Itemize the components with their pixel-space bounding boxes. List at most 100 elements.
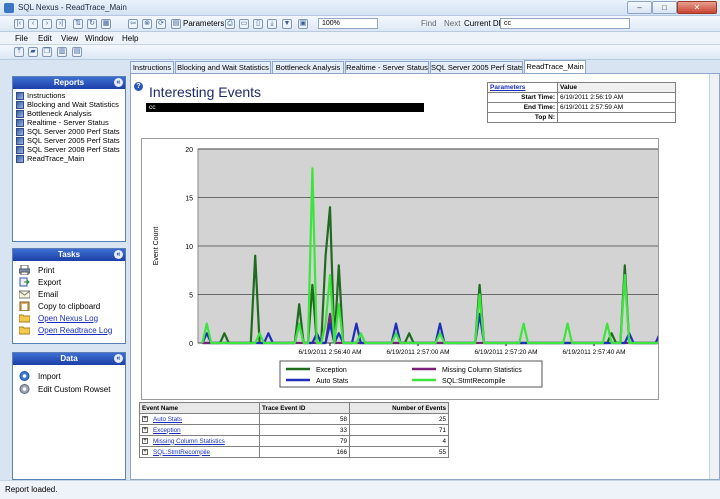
tab-blocking[interactable]: Blocking and Wait Statistics <box>175 61 271 73</box>
event-link[interactable]: SQL:StmtRecompile <box>153 449 210 456</box>
tab-readtrace-main[interactable]: ReadTrace_Main <box>524 60 586 73</box>
sidebar-item-realtime[interactable]: Realtime - Server Status <box>16 118 109 127</box>
task-email[interactable]: Email <box>19 289 58 299</box>
refresh-icon[interactable]: ↻ <box>87 19 97 29</box>
menu-window[interactable]: Window <box>85 34 113 43</box>
next-page-icon[interactable]: › <box>42 19 52 29</box>
database-bar: cc <box>146 103 424 112</box>
event-count: 4 <box>349 435 449 447</box>
event-id: 33 <box>259 424 350 436</box>
sidebar-item-instructions[interactable]: Instructions <box>16 91 65 100</box>
menu-help[interactable]: Help <box>122 34 138 43</box>
menu-view[interactable]: View <box>61 34 78 43</box>
tab-bottleneck[interactable]: Bottleneck Analysis <box>272 61 344 73</box>
stop-icon[interactable]: ⊗ <box>142 19 152 29</box>
tab-realtime[interactable]: Realtime - Server Status <box>345 61 429 73</box>
tab-sql2005[interactable]: SQL Server 2005 Perf Stats <box>430 61 523 73</box>
task-export[interactable]: Export <box>19 277 61 287</box>
menu-edit[interactable]: Edit <box>38 34 52 43</box>
sidebar-item-sql2005[interactable]: SQL Server 2005 Perf Stats <box>16 136 120 145</box>
task-label: Email <box>38 289 59 299</box>
last-page-icon[interactable]: ›| <box>56 19 66 29</box>
find-button[interactable]: Find <box>421 19 437 31</box>
import-icon[interactable]: ⤒ <box>14 47 24 57</box>
zoom-select[interactable]: 100% <box>318 18 378 29</box>
event-link[interactable]: Exception <box>153 427 181 434</box>
print-icon[interactable]: ⎙ <box>225 19 235 29</box>
col-event-name: Event Name <box>139 402 260 414</box>
collapse-icon[interactable]: « <box>114 250 123 259</box>
data-icon[interactable]: ▤ <box>72 47 82 57</box>
event-link[interactable]: Missing Column Statistics <box>153 438 225 445</box>
top-n-value <box>557 112 676 123</box>
close-button[interactable]: ✕ <box>677 1 717 14</box>
back-icon[interactable]: ⇦ <box>128 19 138 29</box>
maximize-button[interactable]: □ <box>652 1 677 14</box>
folder-icon <box>19 326 30 335</box>
tab-instructions[interactable]: Instructions <box>130 61 174 73</box>
vertical-scrollbar[interactable] <box>709 74 719 479</box>
window-title: SQL Nexus - ReadTrace_Main <box>18 3 127 12</box>
expand-icon[interactable]: + <box>142 437 148 444</box>
event-link[interactable]: Auto Stats <box>153 416 182 423</box>
sidebar-item-label: Blocking and Wait Statistics <box>27 100 119 109</box>
parameters-table: Parameters Value Start Time: 6/19/2011 2… <box>487 82 676 123</box>
task-copy-clipboard[interactable]: Copy to clipboard <box>19 301 100 311</box>
task-print[interactable]: Print <box>19 265 54 275</box>
data-panel-title: Data <box>60 354 78 363</box>
minimize-button[interactable]: – <box>627 1 652 14</box>
task-open-readtrace-log[interactable]: Open Readtrace Log <box>19 325 112 335</box>
current-db-select[interactable]: cc <box>500 18 630 29</box>
parameters-link[interactable]: Parameters <box>490 84 525 91</box>
app-icon <box>4 3 14 13</box>
collapse-icon[interactable]: « <box>114 78 123 87</box>
next-button[interactable]: Next <box>444 19 460 31</box>
folder-icon <box>19 314 30 323</box>
task-open-nexus-log[interactable]: Open Nexus Log <box>19 313 98 323</box>
stack-icon[interactable]: ▥ <box>57 47 67 57</box>
previous-page-icon[interactable]: ‹ <box>28 19 38 29</box>
menu-file[interactable]: File <box>15 34 28 43</box>
y-tick-label: 15 <box>185 196 193 203</box>
export-icon[interactable]: ⤓ <box>267 19 277 29</box>
expand-icon[interactable]: + <box>142 426 148 433</box>
import-icon <box>19 371 30 381</box>
parameters-icon[interactable]: ▤ <box>171 19 181 29</box>
print-layout-icon[interactable]: ▭ <box>239 19 249 29</box>
data-import[interactable]: Import <box>19 371 61 381</box>
title-bar: SQL Nexus - ReadTrace_Main – □ ✕ <box>0 0 720 16</box>
copy-icon[interactable]: ❐ <box>42 47 52 57</box>
first-page-icon[interactable]: |‹ <box>14 19 24 29</box>
sidebar-item-blocking[interactable]: Blocking and Wait Statistics <box>16 100 119 109</box>
main-toolbar: ⤒ ▰ ❐ ▥ ▤ <box>0 45 720 60</box>
save-icon[interactable]: ▼ <box>282 19 292 29</box>
reload-icon[interactable]: ⟳ <box>156 19 166 29</box>
collapse-icon[interactable]: « <box>114 354 123 363</box>
reports-panel-header[interactable]: Reports « <box>13 77 125 89</box>
sidebar-item-sql2000[interactable]: SQL Server 2000 Perf Stats <box>16 127 120 136</box>
table-row: + Exception 33 71 <box>139 424 449 436</box>
sidebar: Reports « Instructions Blocking and Wait … <box>12 76 126 480</box>
expand-icon[interactable]: + <box>142 448 148 455</box>
data-panel-header[interactable]: Data « <box>13 353 125 365</box>
sidebar-item-readtrace[interactable]: ReadTrace_Main <box>16 154 84 163</box>
data-edit-custom-rowset[interactable]: Edit Custom Rowset <box>19 384 110 394</box>
zoom-value: 100% <box>322 20 340 27</box>
y-tick-label: 5 <box>189 293 193 300</box>
help-icon[interactable]: ? <box>134 82 143 91</box>
open-folder-icon[interactable]: ▰ <box>28 47 38 57</box>
events-chart-svg: 0 5 10 15 20 6/19/2011 2:56:40 AM 6/19/2011 2:… <box>153 147 662 388</box>
sidebar-item-bottleneck[interactable]: Bottleneck Analysis <box>16 109 92 118</box>
sidebar-item-sql2008[interactable]: SQL Server 2008 Perf Stats <box>16 145 120 154</box>
view-icon[interactable]: ▣ <box>298 19 308 29</box>
table-icon[interactable]: ▦ <box>101 19 111 29</box>
page-setup-icon[interactable]: ▯ <box>253 19 263 29</box>
data-label: Import <box>38 371 61 381</box>
event-count: 25 <box>349 413 449 425</box>
event-id: 166 <box>259 446 350 458</box>
sort-icon[interactable]: ⇅ <box>73 19 83 29</box>
tasks-panel-header[interactable]: Tasks « <box>13 249 125 261</box>
parameters-button[interactable]: Parameters <box>183 19 224 31</box>
expand-icon[interactable]: + <box>142 415 148 422</box>
task-label: Open Readtrace Log <box>38 325 113 335</box>
